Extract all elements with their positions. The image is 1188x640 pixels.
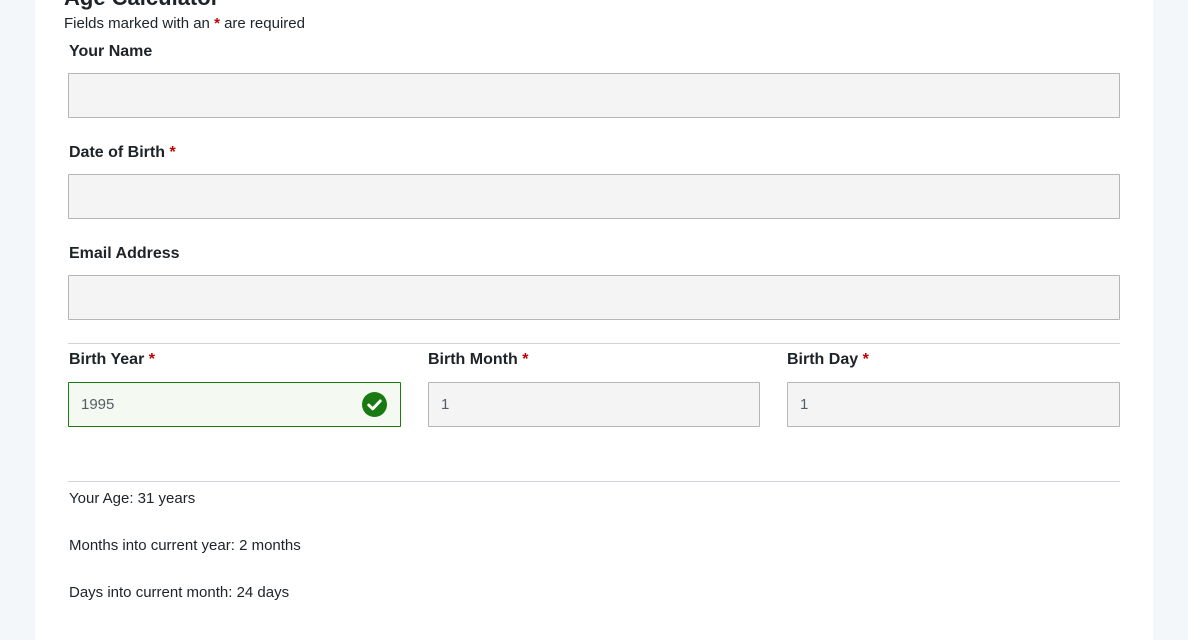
form-card: Age Calculator Fields marked with an * a… xyxy=(35,0,1153,640)
birth-month-required-marker: * xyxy=(522,351,529,368)
email-label-text: Email Address xyxy=(69,245,180,262)
name-input[interactable] xyxy=(68,73,1120,118)
email-label: Email Address xyxy=(69,244,180,264)
email-input[interactable] xyxy=(68,275,1120,320)
page-title: Age Calculator xyxy=(64,0,219,11)
birth-year-label: Birth Year * xyxy=(69,350,155,370)
days-result: Days into current month: 24 days xyxy=(69,584,290,601)
birth-month-label-text: Birth Month xyxy=(428,351,518,368)
section-divider-bottom xyxy=(68,481,1120,482)
dob-label: Date of Birth * xyxy=(69,143,176,163)
months-result: Months into current year: 2 months xyxy=(69,537,301,554)
required-fields-note: Fields marked with an * are required xyxy=(64,15,305,33)
required-note-suffix: are required xyxy=(219,15,305,32)
name-label: Your Name xyxy=(69,42,152,62)
dob-required-marker: * xyxy=(169,144,176,161)
section-divider-top xyxy=(68,343,1120,344)
dob-label-text: Date of Birth xyxy=(69,144,165,161)
required-note-prefix: Fields marked with an xyxy=(64,15,215,32)
birth-day-label: Birth Day * xyxy=(787,350,869,370)
age-result: Your Age: 31 years xyxy=(69,490,196,507)
birth-day-required-marker: * xyxy=(862,351,869,368)
dob-input[interactable] xyxy=(68,174,1120,219)
birth-month-label: Birth Month * xyxy=(428,350,528,370)
birth-year-label-text: Birth Year xyxy=(69,351,145,368)
birth-month-input[interactable] xyxy=(428,382,760,427)
name-label-text: Your Name xyxy=(69,43,153,60)
birth-day-label-text: Birth Day xyxy=(787,351,859,368)
birth-year-input[interactable] xyxy=(68,382,401,427)
birth-day-input[interactable] xyxy=(787,382,1120,427)
valid-check-icon xyxy=(362,392,387,417)
birth-year-required-marker: * xyxy=(148,351,155,368)
